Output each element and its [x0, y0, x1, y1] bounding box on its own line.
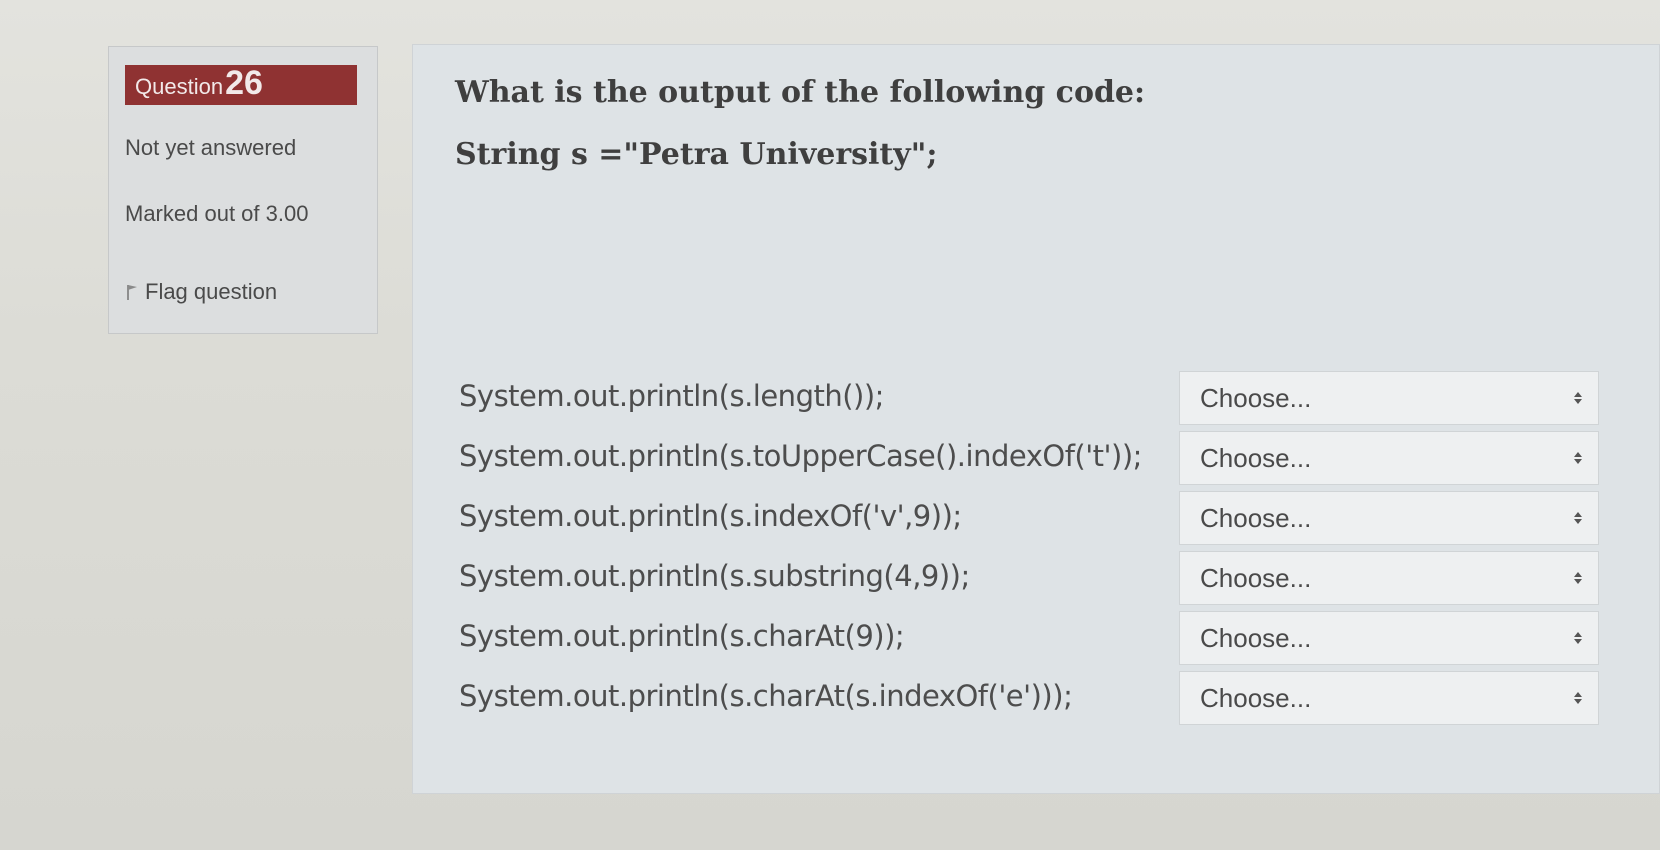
question-number: 26	[225, 64, 263, 102]
answer-select[interactable]: Choose...	[1179, 611, 1599, 665]
question-prompt: What is the output of the following code…	[455, 75, 1146, 110]
answer-select[interactable]: Choose...	[1179, 551, 1599, 605]
select-value: Choose...	[1200, 442, 1312, 473]
answer-select[interactable]: Choose...	[1179, 431, 1599, 485]
updown-arrows-icon	[1558, 691, 1598, 705]
select-value: Choose...	[1200, 622, 1312, 653]
updown-arrows-icon	[1558, 511, 1598, 525]
code-statement: System.out.println(s.substring(4,9));	[459, 559, 970, 593]
match-row: System.out.println(s.substring(4,9)); Ch…	[459, 547, 1619, 607]
match-row: System.out.println(s.length()); Choose..…	[459, 367, 1619, 427]
question-number-badge: Question 26	[125, 65, 357, 105]
code-statement: System.out.println(s.indexOf('v',9));	[459, 499, 962, 533]
match-row: System.out.println(s.indexOf('v',9)); Ch…	[459, 487, 1619, 547]
updown-arrows-icon	[1558, 391, 1598, 405]
select-value: Choose...	[1200, 382, 1312, 413]
select-value: Choose...	[1200, 562, 1312, 593]
match-row: System.out.println(s.charAt(9)); Choose.…	[459, 607, 1619, 667]
code-statement: System.out.println(s.charAt(9));	[459, 619, 905, 653]
updown-arrows-icon	[1558, 451, 1598, 465]
flag-icon	[127, 285, 137, 300]
string-declaration: String s ="Petra University";	[455, 137, 938, 172]
updown-arrows-icon	[1558, 631, 1598, 645]
question-info-panel: Question 26 Not yet answered Marked out …	[108, 46, 378, 334]
match-row: System.out.println(s.charAt(s.indexOf('e…	[459, 667, 1619, 727]
match-row: System.out.println(s.toUpperCase().index…	[459, 427, 1619, 487]
question-content-panel: What is the output of the following code…	[412, 44, 1660, 794]
select-value: Choose...	[1200, 502, 1312, 533]
flag-question-label: Flag question	[145, 279, 278, 304]
code-statement: System.out.println(s.length());	[459, 379, 884, 413]
select-value: Choose...	[1200, 682, 1312, 713]
marks-info: Marked out of 3.00	[125, 201, 309, 226]
answer-select[interactable]: Choose...	[1179, 491, 1599, 545]
code-statement: System.out.println(s.toUpperCase().index…	[459, 439, 1142, 473]
answer-select[interactable]: Choose...	[1179, 371, 1599, 425]
answer-select[interactable]: Choose...	[1179, 671, 1599, 725]
flag-question-link[interactable]: Flag question	[125, 279, 277, 305]
answer-status: Not yet answered	[125, 135, 297, 160]
match-rows: System.out.println(s.length()); Choose..…	[459, 367, 1619, 727]
updown-arrows-icon	[1558, 571, 1598, 585]
question-label: Question	[135, 74, 224, 99]
code-statement: System.out.println(s.charAt(s.indexOf('e…	[459, 679, 1073, 713]
